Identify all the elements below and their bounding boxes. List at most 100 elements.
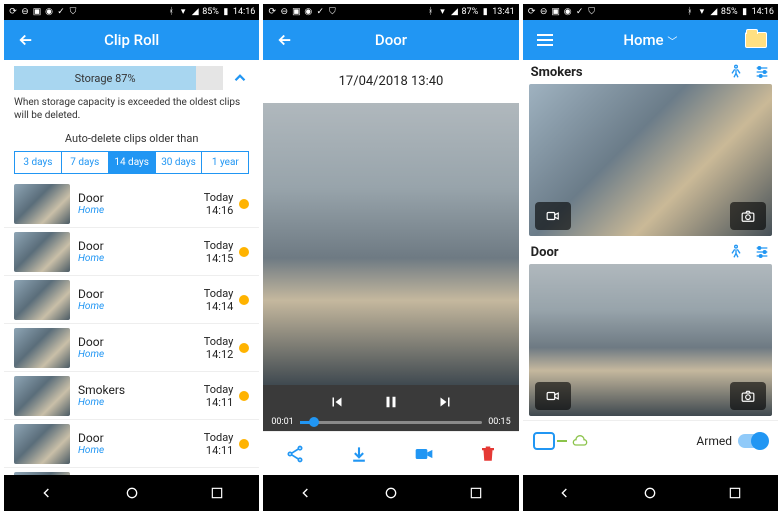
clip-item[interactable]: DoorHomeToday14:14 [4, 276, 259, 324]
clip-day: Today [204, 191, 234, 204]
nav-bar [4, 475, 259, 511]
nav-back[interactable] [296, 483, 316, 503]
clip-item[interactable]: DoorHomeToday [4, 468, 259, 475]
location-dropdown[interactable]: Home ﹀ [557, 31, 744, 49]
camera-preview[interactable] [529, 84, 772, 236]
share-button[interactable] [285, 444, 305, 464]
image-icon: ▣ [32, 7, 42, 17]
seek-bar[interactable] [300, 421, 482, 424]
storage-note: When storage capacity is exceeded the ol… [4, 96, 259, 128]
phone-playback: ⟳ ⊖ ▣ ◉ ✓ ⛉ ᚼ ▾ ◢ 87% ▮ 13:41 Door 17/04… [263, 4, 518, 511]
page-title: Door [297, 31, 484, 49]
wifi-icon: ▾ [697, 7, 707, 17]
minus-icon: ⊖ [539, 7, 549, 17]
app-bar: Clip Roll [4, 20, 259, 60]
battery-icon: ▮ [480, 7, 490, 17]
badge-icon: ◉ [563, 7, 573, 17]
nav-home[interactable] [122, 483, 142, 503]
clip-item[interactable]: SmokersHomeToday14:11 [4, 372, 259, 420]
camera-button[interactable] [413, 444, 435, 464]
delete-button[interactable] [479, 444, 497, 464]
clip-location: Home [78, 205, 104, 216]
nav-home[interactable] [640, 483, 660, 503]
camera-preview[interactable] [529, 264, 772, 416]
clip-thumbnail [14, 424, 70, 464]
record-button[interactable] [535, 382, 571, 410]
bluetooth-icon: ᚼ [426, 7, 436, 17]
phone-home: ⟳ ⊖ ▣ ◉ ✓ ⛉ ᚼ ▾ ◢ 85% ▮ 14:16 Home ﹀ [523, 4, 778, 511]
clip-thumbnail [14, 328, 70, 368]
next-button[interactable] [436, 393, 454, 411]
nav-back[interactable] [37, 483, 57, 503]
camera-name: Smokers [531, 65, 583, 80]
status-time: 13:41 [492, 7, 514, 17]
battery-icon: ▮ [221, 7, 231, 17]
bottom-bar: Armed [523, 420, 778, 460]
camera-section: Door [523, 240, 778, 420]
snapshot-button[interactable] [730, 202, 766, 230]
minus-icon: ⊖ [20, 7, 30, 17]
option-7days[interactable]: 7 days [61, 151, 109, 174]
nav-bar [523, 475, 778, 511]
phone-cliproll: ⟳ ⊖ ▣ ◉ ✓ ⛉ ᚼ ▾ ◢ 85% ▮ 14:16 Clip Roll … [4, 4, 259, 511]
option-3days[interactable]: 3 days [14, 151, 62, 174]
motion-icon[interactable] [728, 244, 744, 260]
shield-icon: ⛉ [68, 7, 78, 17]
clip-name: Door [78, 191, 104, 205]
status-time: 14:16 [233, 7, 255, 17]
clip-item[interactable]: Door Home Today 14:16 [4, 180, 259, 228]
badge-icon: ◉ [303, 7, 313, 17]
bluetooth-icon: ᚼ [685, 7, 695, 17]
battery-pct: 87% [462, 7, 479, 17]
battery-pct: 85% [202, 7, 219, 17]
clip-thumbnail [14, 232, 70, 272]
unread-dot-icon [239, 343, 249, 353]
autodelete-options: 3 days 7 days 14 days 30 days 1 year [14, 151, 249, 174]
wifi-icon: ▾ [438, 7, 448, 17]
signal-icon: ◢ [709, 7, 719, 17]
shield-icon: ⛉ [327, 7, 337, 17]
nav-home[interactable] [381, 483, 401, 503]
pause-button[interactable] [382, 393, 400, 411]
clips-folder-button[interactable] [744, 28, 768, 52]
sync-icon: ⟳ [8, 7, 18, 17]
video-view[interactable] [263, 103, 518, 385]
menu-button[interactable] [533, 28, 557, 52]
motion-icon[interactable] [728, 64, 744, 80]
clip-thumbnail [14, 184, 70, 224]
settings-sliders-icon[interactable] [754, 64, 770, 80]
option-1year[interactable]: 1 year [201, 151, 249, 174]
record-button[interactable] [535, 202, 571, 230]
camera-name: Door [531, 245, 559, 260]
option-30days[interactable]: 30 days [155, 151, 203, 174]
clip-item[interactable]: DoorHomeToday14:15 [4, 228, 259, 276]
check-icon: ✓ [575, 7, 585, 17]
signal-icon: ◢ [190, 7, 200, 17]
storage-fill: Storage 87% [14, 66, 196, 90]
settings-sliders-icon[interactable] [754, 244, 770, 260]
back-button[interactable] [14, 28, 38, 52]
nav-back[interactable] [555, 483, 575, 503]
cloud-icon [569, 433, 591, 449]
cloud-status[interactable] [533, 432, 591, 450]
prev-button[interactable] [328, 393, 346, 411]
snapshot-button[interactable] [730, 382, 766, 410]
duration-time: 00:15 [488, 417, 510, 427]
nav-recent[interactable] [207, 483, 227, 503]
check-icon: ✓ [315, 7, 325, 17]
nav-recent[interactable] [725, 483, 745, 503]
clip-item[interactable]: DoorHomeToday14:11 [4, 420, 259, 468]
collapse-button[interactable] [231, 69, 249, 87]
armed-toggle[interactable] [738, 434, 768, 448]
nav-recent[interactable] [466, 483, 486, 503]
back-button[interactable] [273, 28, 297, 52]
option-14days[interactable]: 14 days [108, 151, 156, 174]
clip-item[interactable]: DoorHomeToday14:12 [4, 324, 259, 372]
sync-icon: ⟳ [267, 7, 277, 17]
armed-label: Armed [696, 434, 732, 448]
image-icon: ▣ [291, 7, 301, 17]
bluetooth-icon: ᚼ [166, 7, 176, 17]
status-bar: ⟳ ⊖ ▣ ◉ ✓ ⛉ ᚼ ▾ ◢ 85% ▮ 14:16 [4, 4, 259, 20]
download-button[interactable] [349, 444, 369, 464]
unread-dot-icon [239, 199, 249, 209]
